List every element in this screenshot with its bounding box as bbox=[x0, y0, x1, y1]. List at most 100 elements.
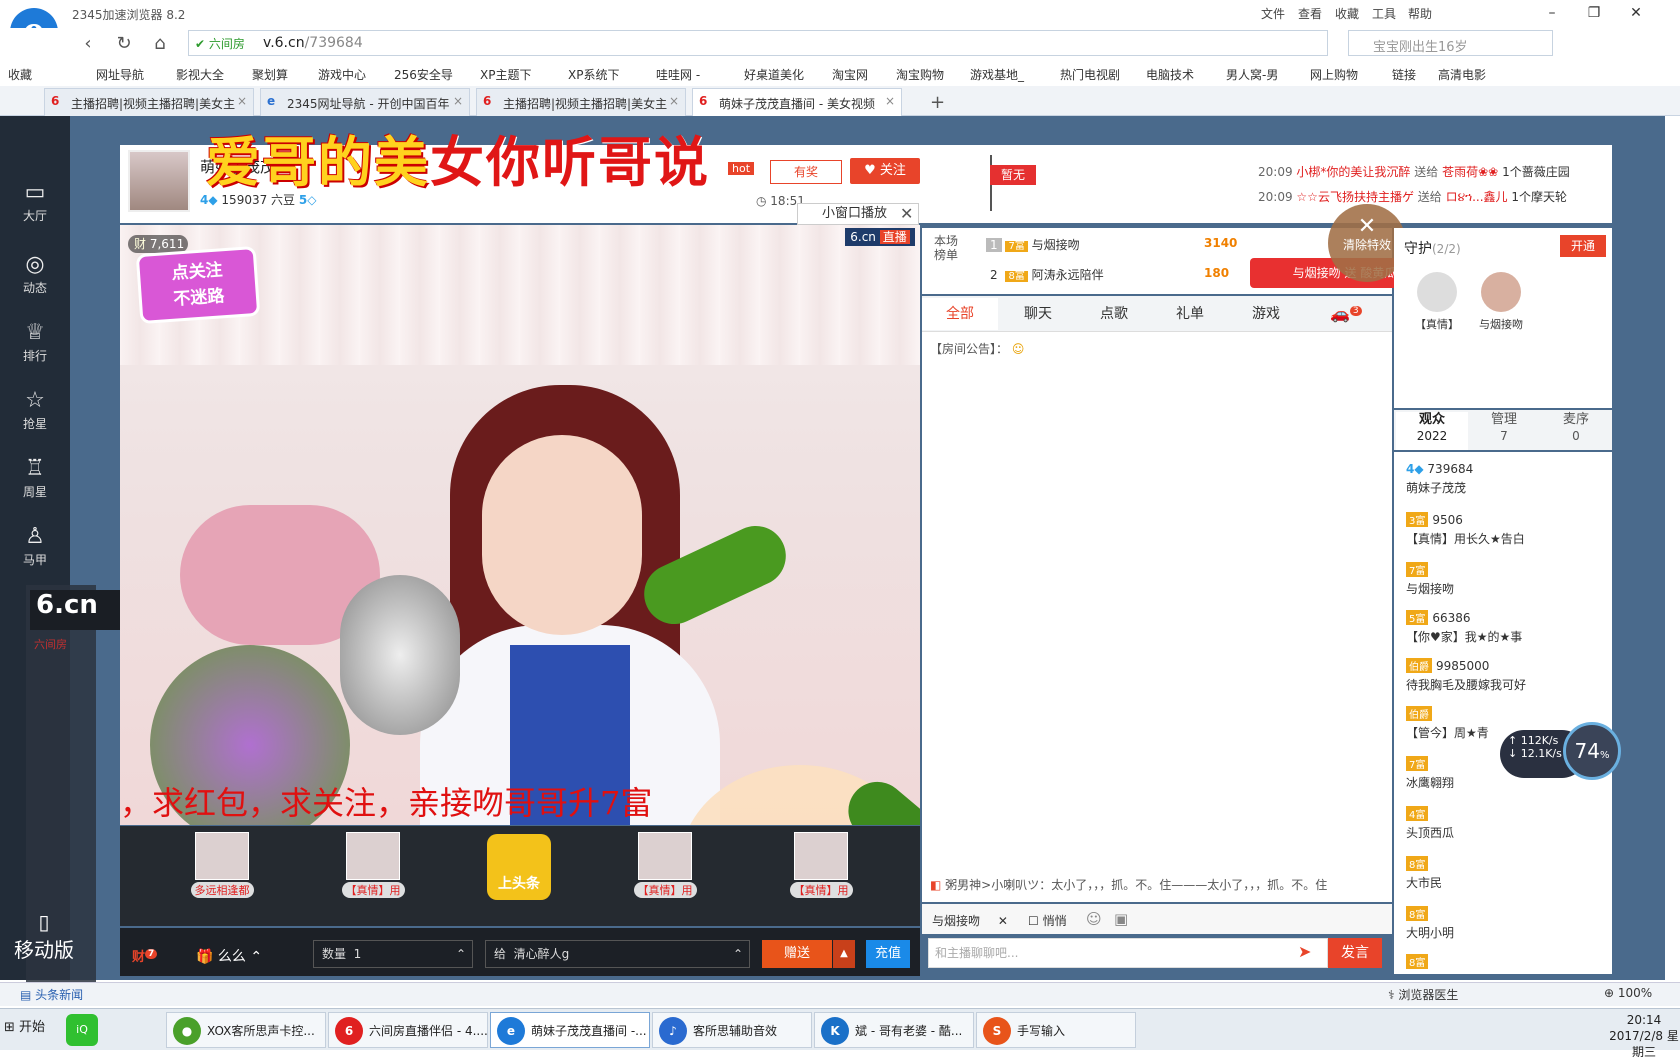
bookmark-item[interactable]: 游戏中心 bbox=[318, 66, 366, 83]
tab-all[interactable]: 全部 bbox=[922, 298, 998, 330]
nav-rank[interactable]: ♕ 排行 bbox=[0, 320, 70, 364]
image-icon[interactable]: ▣ bbox=[1114, 910, 1128, 928]
bookmark-item[interactable]: 影视大全 bbox=[176, 66, 224, 83]
close-icon[interactable]: ✕ bbox=[998, 914, 1008, 928]
list-item[interactable]: 4富 头顶西瓜 bbox=[1406, 806, 1606, 841]
menu-file[interactable]: 文件 bbox=[1261, 5, 1285, 22]
restore-icon[interactable]: ❐ bbox=[1578, 2, 1610, 24]
nav-dynamic[interactable]: ◎ 动态 bbox=[0, 252, 70, 296]
car-icon[interactable]: 🚗 3 bbox=[1330, 304, 1362, 323]
bookmark-item[interactable]: 哇哇网 - bbox=[656, 66, 700, 83]
paper-plane-icon[interactable]: ➤ bbox=[1298, 942, 1311, 961]
memory-gauge[interactable]: 74% bbox=[1563, 722, 1621, 780]
whisper-checkbox[interactable]: ☐ 悄悄 bbox=[1028, 912, 1067, 929]
browser-tab[interactable]: e 2345网址导航 - 开创中国百年 × bbox=[260, 88, 470, 116]
taskbar-item[interactable]: ● XOX客所思声卡控... bbox=[166, 1012, 326, 1048]
nav-weekly[interactable]: ♖ 周星 bbox=[0, 456, 70, 500]
tab-close-icon[interactable]: × bbox=[237, 94, 247, 108]
list-item[interactable]: 伯爵 9985000 待我胸毛及腰嫁我可好 bbox=[1406, 658, 1606, 693]
small-window-close-icon[interactable]: ✕ bbox=[900, 204, 913, 223]
iqiyi-icon[interactable]: iQ bbox=[66, 1014, 98, 1046]
taskbar-item[interactable]: e 萌妹子茂茂直播间 -... bbox=[490, 1012, 650, 1048]
back-icon[interactable]: ‹ bbox=[76, 32, 100, 56]
recipient-field[interactable]: 给 清心醉人g ⌃ bbox=[485, 940, 750, 968]
rank-row[interactable]: 2 8富 阿涛永远陪伴 180 bbox=[986, 266, 1229, 283]
browser-tab[interactable]: 6 主播招聘|视频主播招聘|美女主 × bbox=[44, 88, 254, 116]
gift-slot[interactable]: 【真情】用 bbox=[781, 832, 861, 904]
tab-gifts[interactable]: 礼单 bbox=[1152, 298, 1228, 330]
tab-close-icon[interactable]: × bbox=[453, 94, 463, 108]
quantity-field[interactable]: 数量 1 ⌃ bbox=[313, 940, 473, 968]
start-button[interactable]: ⊞ 开始 bbox=[4, 1016, 45, 1035]
nav-vest[interactable]: ♙ 马甲 bbox=[0, 524, 70, 568]
menu-favorites[interactable]: 收藏 bbox=[1335, 5, 1359, 22]
bookmark-item[interactable]: 男人窝-男 bbox=[1226, 66, 1278, 83]
browser-doctor[interactable]: ⚕ 浏览器医生 bbox=[1388, 986, 1458, 1003]
emoji-icon[interactable]: ☺ bbox=[1086, 910, 1102, 928]
anchor-avatar[interactable] bbox=[128, 150, 190, 212]
taskbar-item[interactable]: S 手写输入 bbox=[976, 1012, 1136, 1048]
send-gift-button[interactable]: 赠送 bbox=[762, 940, 832, 968]
tab-audience[interactable]: 观众 2022 bbox=[1396, 412, 1468, 450]
gift-selector[interactable]: 🎁 么么 ⌃ bbox=[196, 946, 262, 966]
tab-chat[interactable]: 聊天 bbox=[1000, 298, 1076, 330]
mobile-version[interactable]: ▯ 移动版 bbox=[14, 910, 74, 963]
new-tab-icon[interactable]: + bbox=[930, 92, 945, 113]
home-icon[interactable]: ⌂ bbox=[148, 32, 172, 56]
system-clock[interactable]: 20:14 2017/2/8 星期三 bbox=[1608, 1012, 1680, 1060]
bookmark-item[interactable]: 聚划算 bbox=[252, 66, 288, 83]
search-input[interactable]: 宝宝刚出生16岁 bbox=[1348, 30, 1553, 56]
nav-hall[interactable]: ▭ 大厅 bbox=[0, 180, 70, 224]
bookmark-item[interactable]: 淘宝网 bbox=[832, 66, 868, 83]
tab-admin[interactable]: 管理 7 bbox=[1468, 412, 1540, 444]
bookmark-item[interactable]: 网址导航 bbox=[96, 66, 144, 83]
recharge-button[interactable]: 充值 bbox=[866, 940, 910, 968]
minimize-icon[interactable]: – bbox=[1536, 2, 1568, 24]
close-icon[interactable]: ✕ bbox=[1620, 2, 1652, 24]
bookmark-item[interactable]: 256安全导 bbox=[394, 66, 453, 83]
bookmark-item[interactable]: 链接 bbox=[1392, 66, 1416, 83]
tab-close-icon[interactable]: × bbox=[669, 94, 679, 108]
tab-song[interactable]: 点歌 bbox=[1076, 298, 1152, 330]
list-item[interactable]: 5富 66386 【你♥家】我★的★事 bbox=[1406, 610, 1606, 645]
list-item[interactable]: 8富 bbox=[1406, 954, 1606, 969]
taskbar-item[interactable]: ♪ 客所思辅助音效 bbox=[652, 1012, 812, 1048]
rank-row[interactable]: 1 7富 与烟接吻 3140 bbox=[986, 236, 1237, 253]
gift-slot[interactable]: 多远相逢都 bbox=[182, 832, 262, 904]
tab-mic-queue[interactable]: 麦序 0 bbox=[1540, 412, 1612, 444]
gift-slot[interactable]: 【真情】用 bbox=[625, 832, 705, 904]
menu-tools[interactable]: 工具 bbox=[1372, 5, 1396, 22]
chat-input[interactable]: 和主播聊聊吧... bbox=[928, 938, 1328, 968]
taskbar-item[interactable]: K 斌 - 哥有老婆 - 酷... bbox=[814, 1012, 974, 1048]
refresh-icon[interactable]: ↻ bbox=[112, 32, 136, 56]
open-guard-button[interactable]: 开通 bbox=[1560, 235, 1606, 257]
bookmark-item[interactable]: 游戏基地_ bbox=[970, 66, 1024, 83]
browser-tab-active[interactable]: 6 萌妹子茂茂直播间 - 美女视频 × bbox=[692, 88, 902, 116]
list-item[interactable]: 4◆ 739684 萌妹子茂茂 bbox=[1406, 462, 1606, 496]
tab-close-icon[interactable]: × bbox=[885, 94, 895, 108]
list-item[interactable]: 3富 9506 【真情】用长久★告白 bbox=[1406, 512, 1606, 547]
zoom-level[interactable]: ⊕ 100% bbox=[1604, 986, 1652, 1000]
gift-slot[interactable]: 【真情】用 bbox=[333, 832, 413, 904]
bookmark-item[interactable]: 收藏 bbox=[8, 66, 32, 83]
list-item[interactable]: 8富 大市民 bbox=[1406, 856, 1606, 891]
bookmark-item[interactable]: 好桌道美化 bbox=[744, 66, 804, 83]
guard-member[interactable]: 与烟接吻 bbox=[1474, 272, 1528, 332]
send-gift-dropdown-icon[interactable]: ▲ bbox=[833, 940, 855, 968]
bookmark-item[interactable]: 网上购物 bbox=[1310, 66, 1358, 83]
reward-button[interactable]: 有奖 bbox=[770, 160, 842, 184]
browser-tab[interactable]: 6 主播招聘|视频主播招聘|美女主 × bbox=[476, 88, 686, 116]
taskbar-item[interactable]: 6 六间房直播伴侣 - 4.... bbox=[328, 1012, 488, 1048]
bookmark-item[interactable]: XP系统下 bbox=[568, 66, 619, 83]
tab-games[interactable]: 游戏 bbox=[1228, 298, 1304, 330]
headline-button[interactable]: 上头条 bbox=[487, 834, 551, 900]
bookmark-item[interactable]: 热门电视剧 bbox=[1060, 66, 1120, 83]
address-bar[interactable]: ✔ 六间房 v.6.cn/739684 bbox=[188, 30, 1328, 56]
list-item[interactable]: 7富 与烟接吻 bbox=[1406, 562, 1606, 597]
menu-view[interactable]: 查看 bbox=[1298, 5, 1322, 22]
bookmark-item[interactable]: 淘宝购物 bbox=[896, 66, 944, 83]
list-item[interactable]: 8富 大明小明 bbox=[1406, 906, 1606, 941]
chat-target[interactable]: 与烟接吻 ✕ bbox=[932, 912, 1008, 929]
bookmark-item[interactable]: XP主题下 bbox=[480, 66, 531, 83]
guard-member[interactable]: 【真情】 bbox=[1410, 272, 1464, 332]
